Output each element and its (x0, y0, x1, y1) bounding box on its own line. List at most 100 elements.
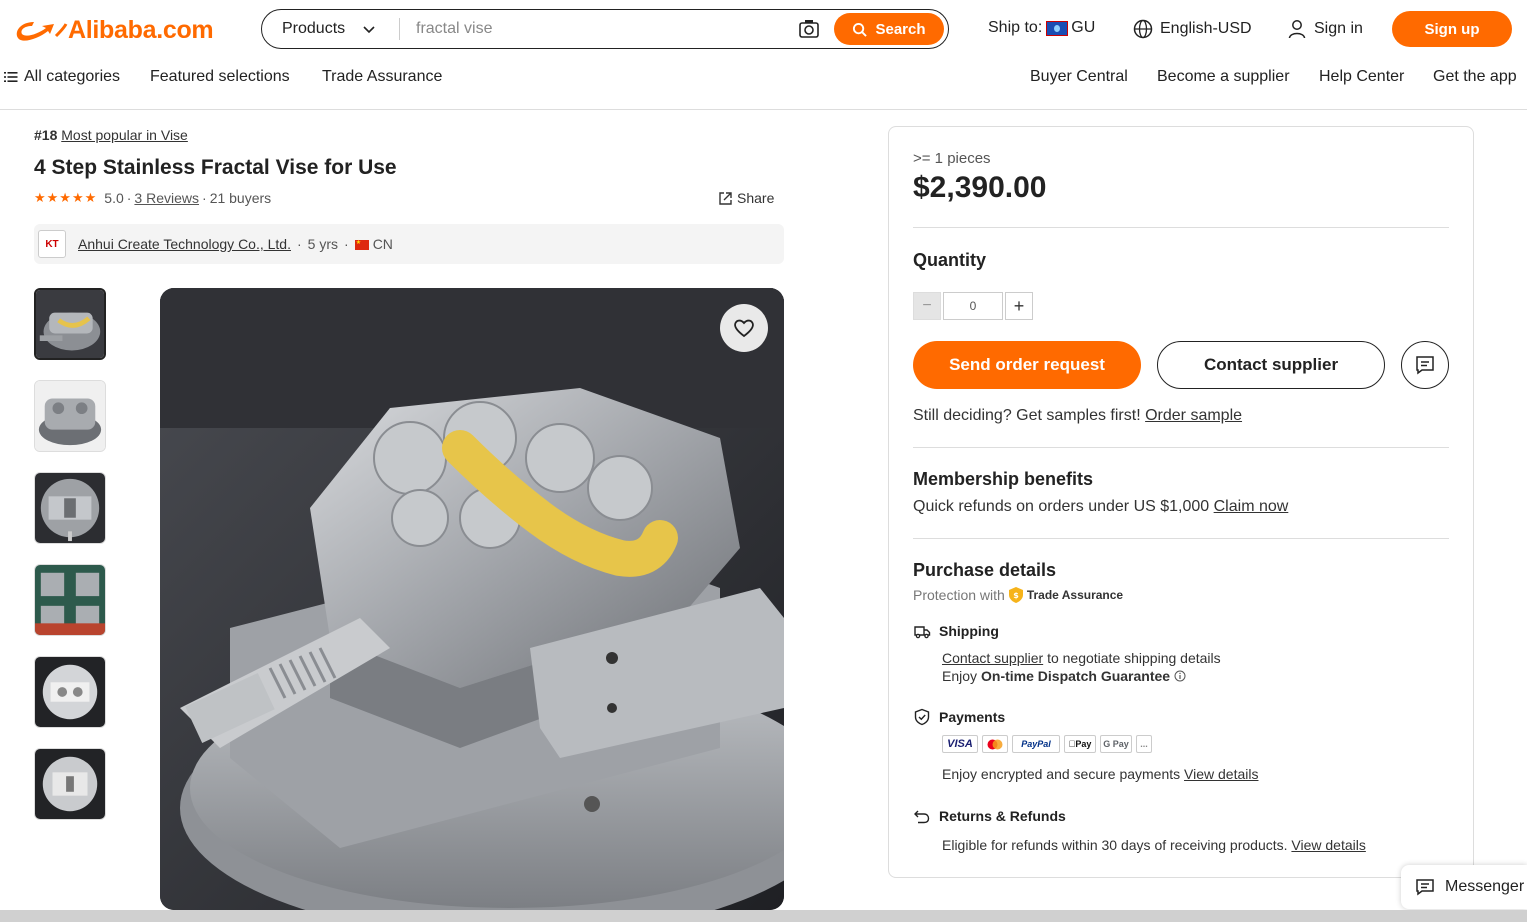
claim-now-link[interactable]: Claim now (1214, 498, 1289, 515)
thumbnail-6[interactable] (34, 748, 106, 820)
supplier-bar: KT Anhui Create Technology Co., Ltd. · 5… (34, 224, 784, 264)
nav-become-supplier[interactable]: Become a supplier (1157, 68, 1290, 86)
star-rating-icon: ★★★★★ (34, 190, 98, 205)
messenger-button[interactable]: Messenger (1401, 865, 1527, 909)
min-order: >= 1 pieces (913, 150, 991, 167)
thumbnail-2[interactable] (34, 380, 106, 452)
product-title: 4 Step Stainless Fractal Vise for Use (34, 156, 397, 179)
payments-text-row: Enjoy encrypted and secure payments View… (942, 766, 1258, 782)
language-selector[interactable]: English-USD (1133, 19, 1252, 39)
quantity-stepper: − + (913, 292, 1033, 320)
price: $2,390.00 (913, 171, 1047, 204)
supplier-years: 5 yrs (307, 236, 339, 252)
sign-in-link[interactable]: Sign in (1287, 19, 1363, 39)
message-icon (1416, 879, 1434, 896)
share-label: Share (737, 190, 775, 206)
nav-featured-selections[interactable]: Featured selections (150, 68, 290, 86)
more-payments-icon[interactable]: ... (1136, 735, 1152, 753)
samples-text: Still deciding? Get samples first! (913, 407, 1141, 424)
nav-all-categories-label: All categories (24, 68, 121, 85)
separator-dot: · (202, 190, 207, 206)
payments-title: Payments (939, 709, 1006, 725)
send-order-request-button[interactable]: Send order request (913, 341, 1141, 389)
quantity-input[interactable] (943, 292, 1003, 320)
thumbnail-4[interactable] (34, 564, 106, 636)
samples-row: Still deciding? Get samples first! Order… (913, 407, 1242, 425)
thumbnail-5[interactable] (34, 656, 106, 728)
returns-view-details-link[interactable]: View details (1291, 837, 1365, 853)
payments-title-row: Payments (913, 708, 1005, 726)
share-button[interactable]: Share (718, 190, 774, 206)
alibaba-logo-icon (16, 22, 68, 41)
flag-icon (1046, 20, 1069, 36)
purchase-details-title: Purchase details (913, 560, 1057, 580)
return-arrow-icon (914, 810, 930, 824)
thumbnail-1[interactable] (34, 288, 106, 360)
chat-button[interactable] (1401, 341, 1449, 389)
divider (913, 447, 1449, 448)
buyers-count: 21 buyers (209, 190, 272, 206)
payment-methods: VISA PayPal Pay G Pay ... (942, 735, 1152, 753)
shield-check-icon (914, 708, 930, 726)
sign-up-button[interactable]: Sign up (1392, 11, 1512, 47)
ship-to-selector[interactable]: Ship to: GU (988, 19, 1095, 37)
ranking-badge: #18 Most popular in Vise (34, 127, 188, 143)
paypal-icon: PayPal (1012, 735, 1060, 753)
search-input[interactable] (416, 18, 786, 40)
separator-dot: · (344, 236, 349, 252)
chevron-down-icon[interactable] (362, 22, 376, 36)
top-header: Alibaba.com Products Search Ship to: GU … (0, 0, 1527, 110)
search-button[interactable]: Search (834, 13, 944, 45)
shipping-title-row: Shipping (913, 622, 999, 640)
contact-supplier-button[interactable]: Contact supplier (1157, 341, 1385, 389)
dispatch-guarantee-row: Enjoy On-time Dispatch Guarantee (942, 668, 1186, 684)
shipping-contact-supplier-link[interactable]: Contact supplier (942, 650, 1043, 666)
search-category-select[interactable]: Products (282, 20, 345, 38)
nav-buyer-central[interactable]: Buyer Central (1030, 68, 1128, 86)
separator-dot: · (126, 190, 132, 206)
decrease-button[interactable]: − (913, 292, 941, 320)
nav-get-app[interactable]: Get the app (1433, 68, 1517, 86)
favorite-button[interactable] (720, 304, 768, 352)
membership-row: Quick refunds on orders under US $1,000 … (913, 498, 1288, 516)
payments-view-details-link[interactable]: View details (1184, 766, 1258, 782)
rank-category-link[interactable]: Most popular in Vise (61, 127, 188, 143)
membership-title: Membership benefits (913, 469, 1094, 489)
sign-in-label: Sign in (1314, 20, 1363, 37)
thumbnail-3[interactable] (34, 472, 106, 544)
chat-icon (1416, 356, 1434, 375)
rank-number: #18 (34, 127, 58, 143)
globe-icon (1133, 19, 1153, 39)
nav-trade-assurance[interactable]: Trade Assurance (322, 68, 442, 86)
enjoy-text: Enjoy (942, 668, 978, 684)
rating-row: ★★★★★ 5.0 · 3 Reviews · 21 buyers (34, 190, 271, 206)
rating-value: 5.0 (104, 190, 124, 206)
google-pay-icon: G Pay (1100, 735, 1132, 753)
truck-icon (914, 626, 931, 639)
alibaba-logo[interactable]: Alibaba.com (12, 12, 214, 48)
logo-text: Alibaba.com (68, 15, 214, 44)
reviews-link[interactable]: 3 Reviews (134, 190, 199, 206)
user-icon (1288, 20, 1306, 39)
main-product-image[interactable] (160, 288, 784, 910)
horizontal-scrollbar[interactable] (0, 910, 1527, 922)
supplier-country: CN (354, 236, 393, 252)
thumbnail-list (34, 288, 106, 840)
shipping-text-row: Contact supplier to negotiate shipping d… (942, 650, 1221, 666)
fractal-vise-image (160, 288, 784, 910)
supplier-name-link[interactable]: Anhui Create Technology Co., Ltd. (78, 236, 291, 252)
nav-help-center[interactable]: Help Center (1319, 68, 1404, 86)
order-sample-link[interactable]: Order sample (1145, 407, 1242, 424)
search-button-label: Search (875, 20, 926, 38)
menu-icon (4, 72, 18, 82)
nav-all-categories[interactable]: All categories (4, 68, 120, 86)
returns-text-row: Eligible for refunds within 30 days of r… (942, 837, 1366, 853)
dispatch-guarantee: On-time Dispatch Guarantee (981, 668, 1171, 684)
camera-search-icon[interactable] (798, 18, 820, 40)
increase-button[interactable]: + (1005, 292, 1033, 320)
language-label: English-USD (1160, 20, 1252, 37)
payments-text: Enjoy encrypted and secure payments (942, 766, 1181, 782)
search-icon (853, 22, 868, 37)
info-icon[interactable] (1174, 670, 1186, 682)
visa-icon: VISA (942, 735, 978, 753)
